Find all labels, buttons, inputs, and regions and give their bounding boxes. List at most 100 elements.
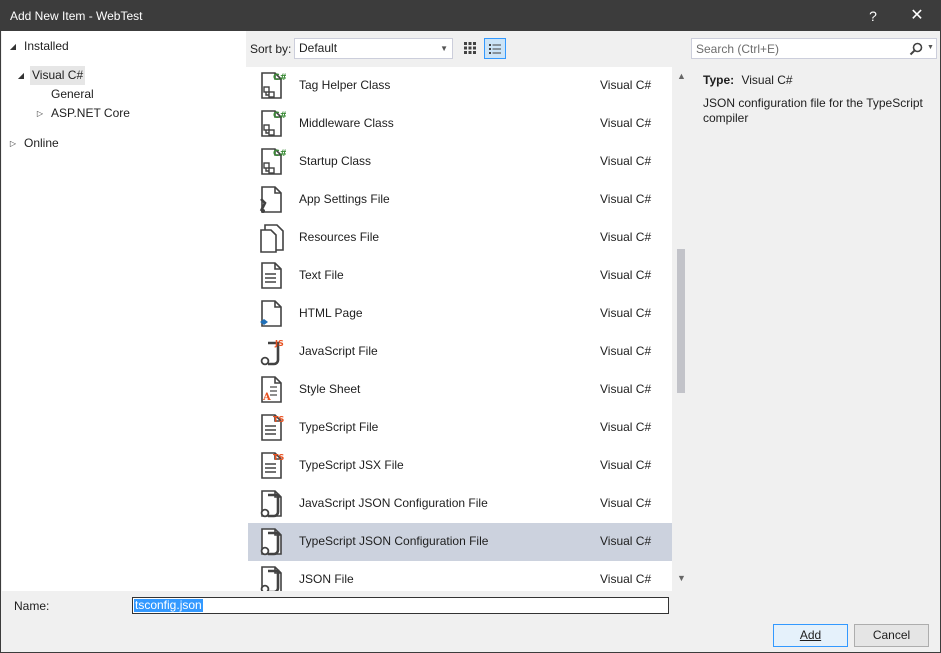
template-list-item[interactable]: C# Tag Helper Class Visual C# xyxy=(248,67,672,105)
svg-text:JS: JS xyxy=(274,339,284,348)
template-language: Visual C# xyxy=(600,230,652,244)
template-list-item[interactable]: JSON File Visual C# xyxy=(248,561,672,591)
add-button[interactable]: Add xyxy=(773,624,848,647)
template-language: Visual C# xyxy=(600,344,652,358)
add-new-item-dialog: Add New Item - WebTest ? ✕ ◢ Installed ◢… xyxy=(0,0,941,653)
template-list-item[interactable]: App Settings File Visual C# xyxy=(248,181,672,219)
type-label: Type: xyxy=(703,73,735,87)
name-field-value[interactable]: tsconfig.json xyxy=(134,599,203,612)
list-scrollbar[interactable]: ▲ ▼ xyxy=(672,67,690,591)
typescript-jsx-file-icon: TS xyxy=(261,452,284,479)
tree-item-installed[interactable]: ◢ Installed xyxy=(8,37,71,56)
template-name: Tag Helper Class xyxy=(299,78,391,92)
list-view-button[interactable] xyxy=(484,38,506,59)
svg-text:C#: C# xyxy=(273,149,286,159)
template-name: TypeScript File xyxy=(299,420,379,434)
type-line: Type: Visual C# xyxy=(703,73,793,87)
template-list-item[interactable]: C# Middleware Class Visual C# xyxy=(248,105,672,143)
json-config-icon xyxy=(260,528,282,556)
template-list-item[interactable]: TS TypeScript File Visual C# xyxy=(248,409,672,447)
template-language: Visual C# xyxy=(600,154,652,168)
tree-label-general: General xyxy=(51,87,94,101)
template-language: Visual C# xyxy=(600,458,652,472)
sort-dropdown[interactable]: Default ▼ xyxy=(294,38,453,59)
template-language: Visual C# xyxy=(600,382,652,396)
sort-label: Sort by: xyxy=(250,42,292,56)
details-pane: ▼ Type: Visual C# JSON configuration fil… xyxy=(690,31,940,591)
tree-item-online[interactable]: ▷ Online xyxy=(8,134,61,153)
collapsed-arrow-icon[interactable]: ▷ xyxy=(8,134,18,153)
search-box[interactable]: ▼ xyxy=(691,38,937,59)
tree-label-online: Online xyxy=(24,136,59,150)
expanded-arrow-icon[interactable]: ◢ xyxy=(8,37,18,56)
typescript-file-icon: TS xyxy=(261,414,284,441)
expanded-arrow-icon[interactable]: ◢ xyxy=(16,66,26,85)
svg-text:C#: C# xyxy=(273,111,286,121)
tree-item-general[interactable]: General xyxy=(49,85,96,104)
list-toolbar: Sort by: Default ▼ xyxy=(246,31,690,67)
collapsed-arrow-icon[interactable]: ▷ xyxy=(35,104,45,123)
title-bar: Add New Item - WebTest ? ✕ xyxy=(1,1,940,31)
csharp-class-icon: C# xyxy=(261,110,286,137)
template-list-item[interactable]: HTML Page Visual C# xyxy=(248,295,672,333)
category-tree: ◢ Installed ◢ Visual C# General ▷ ASP.NE… xyxy=(2,31,246,591)
grid-view-icon xyxy=(464,42,476,54)
grid-view-button[interactable] xyxy=(459,38,481,59)
cancel-button[interactable]: Cancel xyxy=(854,624,929,647)
template-name: HTML Page xyxy=(299,306,363,320)
resources-file-icon xyxy=(260,224,284,253)
template-list-item[interactable]: Text File Visual C# xyxy=(248,257,672,295)
json-file-icon xyxy=(260,566,282,591)
tree-item-aspnet-core[interactable]: ▷ ASP.NET Core xyxy=(35,104,132,123)
template-list-item[interactable]: TypeScript JSON Configuration File Visual… xyxy=(248,523,672,561)
close-button[interactable]: ✕ xyxy=(894,1,940,31)
scroll-up-icon[interactable]: ▲ xyxy=(677,71,686,81)
template-name: Middleware Class xyxy=(299,116,394,130)
template-language: Visual C# xyxy=(600,78,652,92)
sort-value: Default xyxy=(299,41,338,55)
template-language: Visual C# xyxy=(600,192,652,206)
template-name: Resources File xyxy=(299,230,380,244)
template-name: JavaScript File xyxy=(299,344,378,358)
csharp-class-icon: C# xyxy=(261,72,286,99)
tree-item-visual-csharp[interactable]: ◢ Visual C# xyxy=(16,66,86,85)
settings-file-icon xyxy=(259,186,282,213)
template-list: C# Tag Helper Class Visual C# C# Middleware … xyxy=(246,67,690,591)
template-name: JSON File xyxy=(299,572,354,586)
type-value: Visual C# xyxy=(741,73,793,87)
template-language: Visual C# xyxy=(600,268,652,282)
dialog-title: Add New Item - WebTest xyxy=(10,9,143,23)
template-list-item[interactable]: C# Startup Class Visual C# xyxy=(248,143,672,181)
name-label: Name: xyxy=(14,599,50,613)
search-icon[interactable] xyxy=(908,41,924,57)
template-language: Visual C# xyxy=(600,496,652,510)
svg-text:TS: TS xyxy=(273,453,284,462)
style-sheet-icon: A xyxy=(261,376,282,403)
template-name: TypeScript JSON Configuration File xyxy=(299,534,489,548)
template-list-item[interactable]: Resources File Visual C# xyxy=(248,219,672,257)
html-page-icon xyxy=(260,300,282,327)
search-input[interactable] xyxy=(696,40,896,57)
tree-label-visual-csharp: Visual C# xyxy=(30,66,86,85)
tree-label-installed: Installed xyxy=(24,39,69,53)
template-name: Style Sheet xyxy=(299,382,361,396)
scroll-down-icon[interactable]: ▼ xyxy=(677,573,686,583)
template-list-item[interactable]: TS TypeScript JSX File Visual C# xyxy=(248,447,672,485)
template-list-item[interactable]: A Style Sheet Visual C# xyxy=(248,371,672,409)
template-list-item[interactable]: JavaScript JSON Configuration File Visual… xyxy=(248,485,672,523)
json-config-icon xyxy=(260,490,282,518)
template-name: App Settings File xyxy=(299,192,390,206)
chevron-down-icon: ▼ xyxy=(440,44,448,53)
template-name: JavaScript JSON Configuration File xyxy=(299,496,488,510)
template-language: Visual C# xyxy=(600,116,652,130)
help-button[interactable]: ? xyxy=(850,1,896,31)
template-description: JSON configuration file for the TypeScri… xyxy=(703,96,923,125)
name-field[interactable]: tsconfig.json xyxy=(132,597,669,614)
template-language: Visual C# xyxy=(600,534,652,548)
template-list-item[interactable]: JS JavaScript File Visual C# xyxy=(248,333,672,371)
csharp-class-icon: C# xyxy=(261,148,286,175)
scroll-thumb[interactable] xyxy=(677,249,685,393)
text-file-icon xyxy=(261,262,282,289)
svg-text:TS: TS xyxy=(273,415,284,424)
search-options-chevron-icon[interactable]: ▼ xyxy=(927,44,934,51)
